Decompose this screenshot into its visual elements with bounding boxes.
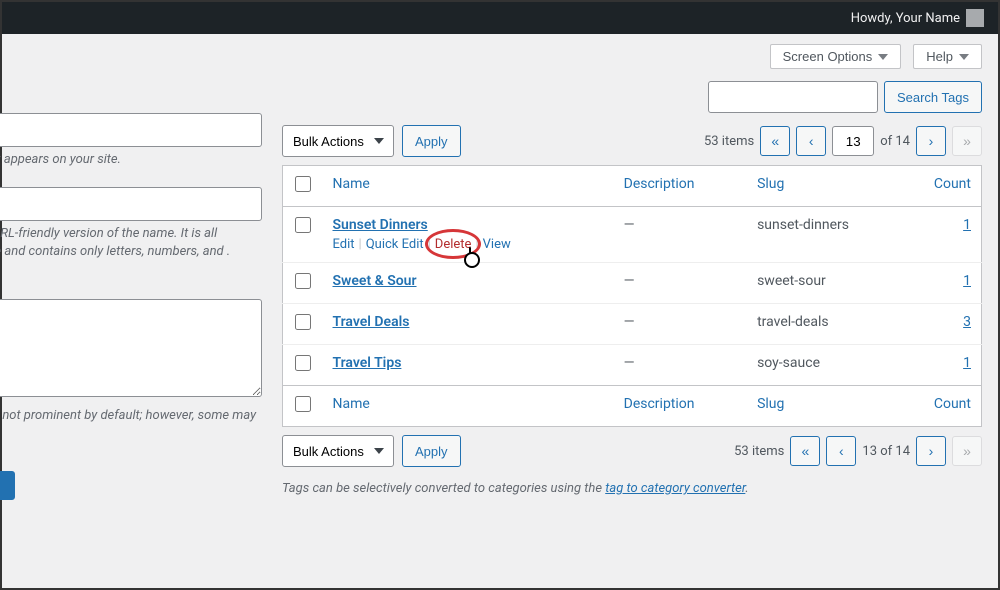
- howdy-text[interactable]: Howdy, Your Name: [851, 11, 960, 26]
- description-textarea[interactable]: [0, 299, 262, 397]
- name-description: e is how it appears on your site.: [0, 151, 262, 169]
- bulk-actions-select[interactable]: Bulk Actions: [282, 125, 394, 157]
- row-checkbox[interactable]: [295, 217, 311, 233]
- chevron-down-icon: [878, 54, 888, 60]
- avatar[interactable]: [966, 9, 984, 27]
- col-slug-foot[interactable]: Slug: [747, 386, 911, 427]
- count-link[interactable]: 1: [963, 273, 971, 289]
- count-link[interactable]: 3: [963, 314, 971, 330]
- item-count: 53 items: [704, 134, 754, 149]
- select-all-checkbox-top[interactable]: [295, 176, 311, 192]
- screen-options-button[interactable]: Screen Options: [770, 44, 902, 69]
- table-row: Travel Deals —travel-deals 3: [283, 304, 982, 345]
- search-tags-button[interactable]: Search Tags: [884, 81, 982, 113]
- page-status-bottom: 13 of 14: [862, 444, 910, 459]
- delete-link[interactable]: Delete: [435, 237, 472, 252]
- count-link[interactable]: 1: [963, 355, 971, 371]
- page-total: of 14: [880, 134, 910, 149]
- table-row: Sweet & Sour —sweet-sour 1: [283, 263, 982, 304]
- row-actions: Edit|Quick Edit|Delete|View: [333, 237, 604, 252]
- apply-button-bottom[interactable]: Apply: [402, 435, 461, 467]
- description-help: cription is not prominent by default; ho…: [0, 407, 262, 443]
- row-checkbox[interactable]: [295, 355, 311, 371]
- tag-name-link[interactable]: Travel Deals: [333, 314, 410, 330]
- slug-input[interactable]: [0, 187, 262, 221]
- prev-page-button[interactable]: ‹: [796, 126, 826, 156]
- add-new-tag-button[interactable]: ew Tag: [0, 471, 15, 500]
- name-input[interactable]: [0, 113, 262, 147]
- edit-link[interactable]: Edit: [333, 237, 355, 252]
- prev-page-button-bottom[interactable]: ‹: [826, 436, 856, 466]
- footnote: Tags can be selectively converted to cat…: [282, 481, 982, 496]
- slug-cell: soy-sauce: [747, 345, 911, 386]
- count-link[interactable]: 1: [963, 217, 971, 233]
- col-count-foot[interactable]: Count: [912, 386, 982, 427]
- col-name-foot[interactable]: Name: [323, 386, 614, 427]
- next-page-button-bottom[interactable]: ›: [916, 436, 946, 466]
- cursor-pointer-icon: [463, 251, 481, 269]
- slug-description: g" is the URL-friendly version of the na…: [0, 225, 262, 261]
- table-row: Travel Tips —soy-sauce 1: [283, 345, 982, 386]
- slug-cell: sweet-sour: [747, 263, 911, 304]
- col-count[interactable]: Count: [912, 166, 982, 207]
- form-heading: ew Tag: [0, 81, 262, 97]
- tag-to-category-link[interactable]: tag to category converter: [605, 481, 745, 496]
- description-cell: —: [614, 207, 747, 263]
- quick-edit-link[interactable]: Quick Edit: [366, 237, 424, 252]
- table-row: Sunset Dinners Edit|Quick Edit|Delete|Vie…: [283, 207, 982, 263]
- col-slug[interactable]: Slug: [747, 166, 911, 207]
- bulk-actions-select-bottom[interactable]: Bulk Actions: [282, 435, 394, 467]
- last-page-button: »: [952, 126, 982, 156]
- first-page-button[interactable]: «: [760, 126, 790, 156]
- tag-name-link[interactable]: Travel Tips: [333, 355, 402, 371]
- slug-cell: sunset-dinners: [747, 207, 911, 263]
- chevron-down-icon: [959, 54, 969, 60]
- add-new-tag-form: ew Tag e is how it appears on your site.…: [0, 81, 262, 500]
- description-cell: —: [614, 263, 747, 304]
- description-label: tion: [0, 280, 262, 295]
- apply-button-top[interactable]: Apply: [402, 125, 461, 157]
- col-description[interactable]: Description: [614, 166, 747, 207]
- col-description-foot[interactable]: Description: [614, 386, 747, 427]
- help-button[interactable]: Help: [913, 44, 982, 69]
- last-page-button-bottom: »: [952, 436, 982, 466]
- select-all-checkbox-bottom[interactable]: [295, 396, 311, 412]
- next-page-button[interactable]: ›: [916, 126, 946, 156]
- first-page-button-bottom[interactable]: «: [790, 436, 820, 466]
- row-checkbox[interactable]: [295, 273, 311, 289]
- description-cell: —: [614, 345, 747, 386]
- item-count-bottom: 53 items: [734, 444, 784, 459]
- tag-name-link[interactable]: Sweet & Sour: [333, 273, 417, 289]
- search-input[interactable]: [708, 81, 878, 113]
- view-link[interactable]: View: [483, 237, 511, 252]
- row-checkbox[interactable]: [295, 314, 311, 330]
- slug-cell: travel-deals: [747, 304, 911, 345]
- tags-table: Name Description Slug Count Sunset Dinne…: [282, 165, 982, 427]
- description-cell: —: [614, 304, 747, 345]
- current-page-input[interactable]: [832, 126, 874, 156]
- tag-name-link[interactable]: Sunset Dinners: [333, 217, 428, 233]
- col-name[interactable]: Name: [323, 166, 614, 207]
- admin-bar: Howdy, Your Name: [2, 2, 998, 34]
